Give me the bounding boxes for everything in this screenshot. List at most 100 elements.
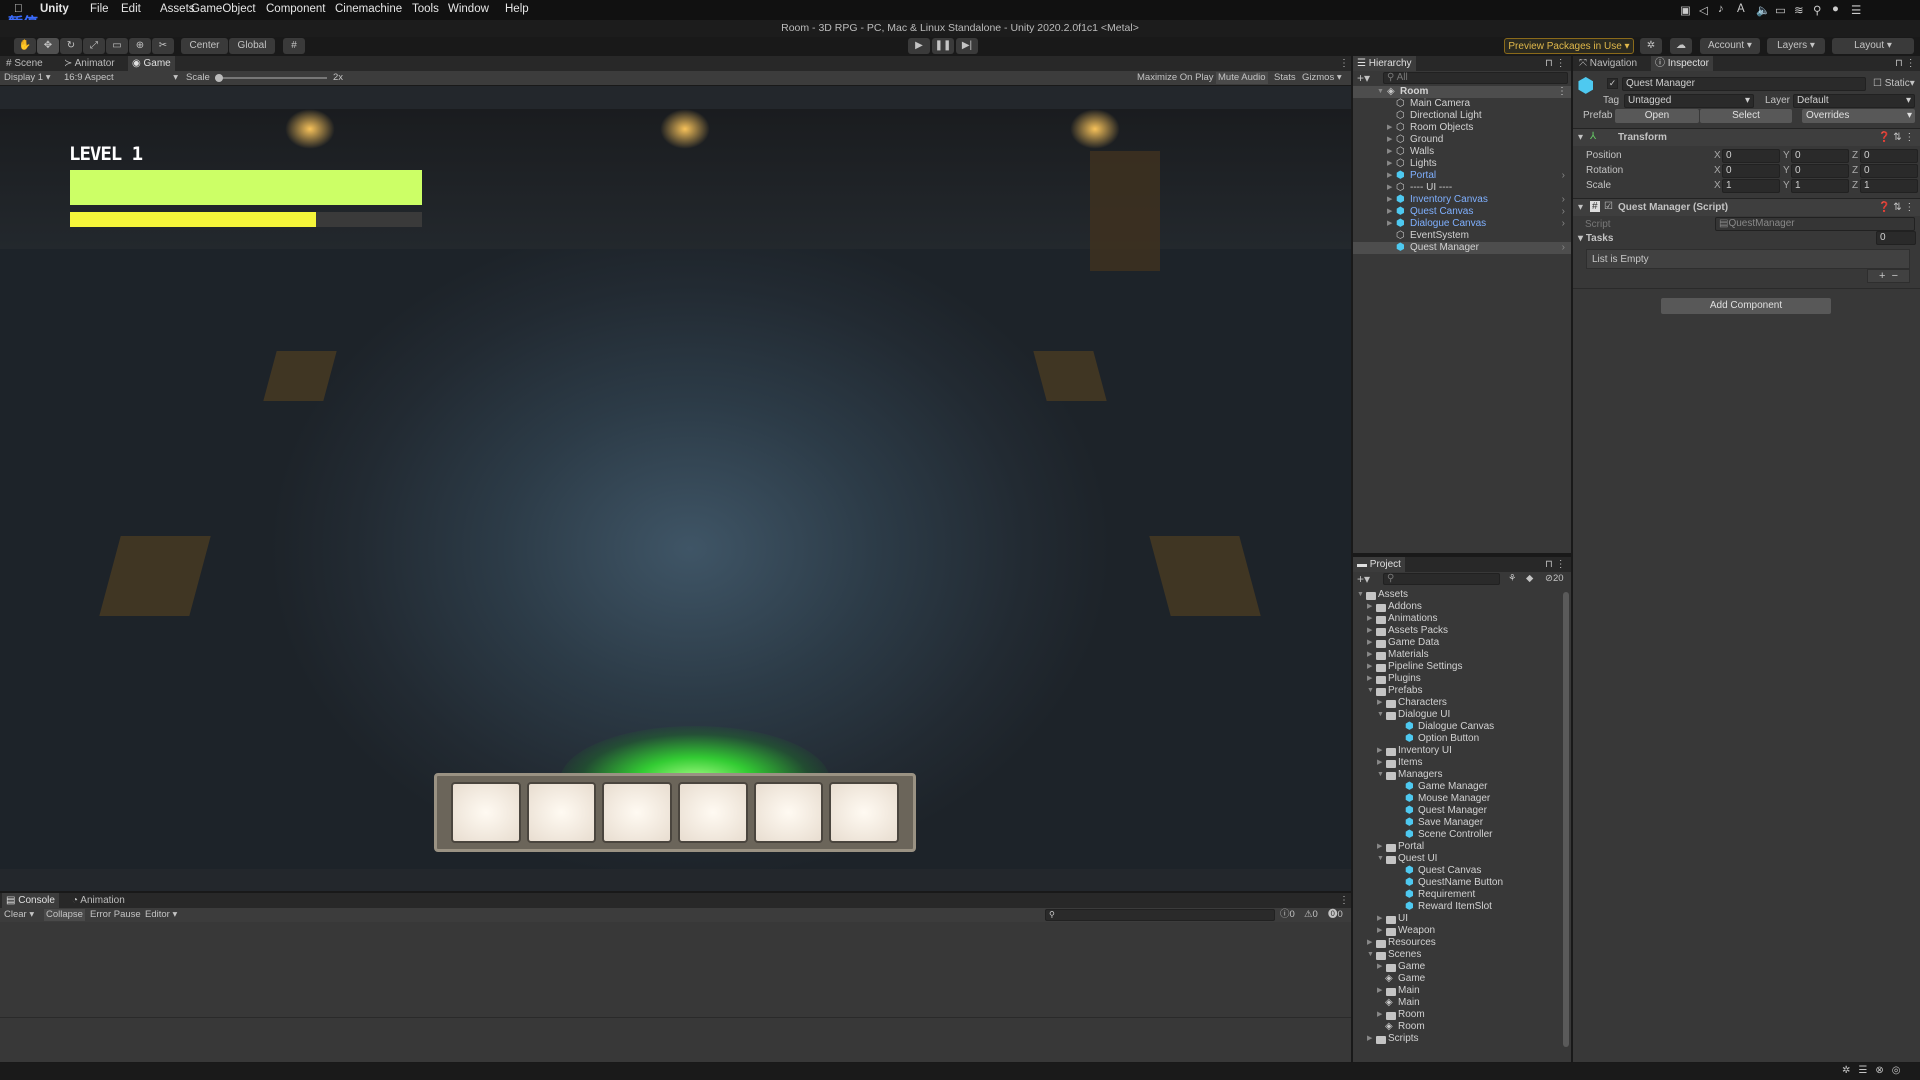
transform-scale-y-field[interactable]: 1 <box>1791 179 1849 193</box>
console-search-input[interactable]: ⚲ <box>1045 909 1275 921</box>
transform-scale-z-field[interactable]: 1 <box>1860 179 1918 193</box>
hierarchy-search-input[interactable]: ⚲ All <box>1383 72 1568 84</box>
project-item[interactable]: ⬢ Scene Controller <box>1353 829 1563 841</box>
wifi-icon[interactable]: ≋ <box>1794 3 1804 17</box>
project-item[interactable]: ⬢ Reward ItemSlot <box>1353 901 1563 913</box>
inventory-slot[interactable] <box>526 782 597 843</box>
pivot-center-toggle[interactable]: Center <box>181 38 228 54</box>
more-options-icon[interactable]: ⋮ <box>1557 86 1567 98</box>
project-item[interactable]: ⬢ QuestName Button <box>1353 877 1563 889</box>
project-item[interactable]: ▶ UI <box>1353 913 1563 925</box>
project-item[interactable]: ▶ Game <box>1353 961 1563 973</box>
project-item[interactable]: ▼ Prefabs <box>1353 685 1563 697</box>
hierarchy-item[interactable]: ▶ ⬢ Inventory Canvas › <box>1353 194 1571 206</box>
project-item[interactable]: ▶ Scripts <box>1353 1033 1563 1045</box>
hierarchy-item[interactable]: ▶ ⬡ Room Objects <box>1353 122 1571 134</box>
siri-icon[interactable]: ● <box>1832 3 1839 15</box>
project-item[interactable]: ⬢ Option Button <box>1353 733 1563 745</box>
rotate-tool-icon[interactable]: ↻ <box>60 38 82 54</box>
hierarchy-item[interactable]: ▶ ⬡ Lights <box>1353 158 1571 170</box>
project-item[interactable]: ⬢ Quest Canvas <box>1353 865 1563 877</box>
project-item[interactable]: ▶ Items <box>1353 757 1563 769</box>
expand-arrow-icon[interactable]: ▼ <box>1367 949 1374 961</box>
component-help-menu-icons[interactable]: ❓ ⇅ ⋮ <box>1878 132 1914 143</box>
project-item[interactable]: ▼ Quest UI <box>1353 853 1563 865</box>
layers-dropdown[interactable]: Layers ▾ <box>1767 38 1825 54</box>
open-prefab-chevron-icon[interactable]: › <box>1562 218 1565 230</box>
active-checkbox[interactable]: ✓ <box>1607 78 1618 89</box>
transform-position-z-field[interactable]: 0 <box>1860 149 1918 163</box>
scale-tool-icon[interactable]: ⤢ <box>83 38 105 54</box>
project-item[interactable]: ▶ Assets Packs <box>1353 625 1563 637</box>
open-prefab-chevron-icon[interactable]: › <box>1562 242 1565 254</box>
step-button[interactable]: ▶| <box>956 38 978 54</box>
quest-manager-script-header[interactable]: ▾ # ☑ Quest Manager (Script) ❓ ⇅ ⋮ <box>1573 198 1920 216</box>
hierarchy-item[interactable]: ▶ ⬢ Portal › <box>1353 170 1571 182</box>
transform-tool-icon[interactable]: ⊕ <box>129 38 151 54</box>
expand-arrow-icon[interactable]: ▶ <box>1367 613 1372 625</box>
hierarchy-item[interactable]: ▶ ⬡ ---- UI ---- <box>1353 182 1571 194</box>
menu-help[interactable]: Help <box>505 3 529 15</box>
project-item[interactable]: ▶ Addons <box>1353 601 1563 613</box>
expand-arrow-icon[interactable]: ▶ <box>1387 194 1392 206</box>
game-view[interactable]: LEVEL 1 <box>0 86 1351 891</box>
grid-snap-icon[interactable]: # <box>283 38 305 54</box>
inventory-slot[interactable] <box>753 782 824 843</box>
project-item[interactable]: ▼ Scenes <box>1353 949 1563 961</box>
expand-arrow-icon[interactable]: ▶ <box>1377 697 1382 709</box>
project-item[interactable]: ⬢ Game Manager <box>1353 781 1563 793</box>
project-item[interactable]: ⬢ Requirement <box>1353 889 1563 901</box>
project-item[interactable]: ⬢ Save Manager <box>1353 817 1563 829</box>
collab-icon[interactable]: ✲ <box>1640 38 1662 54</box>
expand-arrow-icon[interactable]: ▶ <box>1387 122 1392 134</box>
project-item[interactable]: ⬢ Dialogue Canvas <box>1353 721 1563 733</box>
tab-console[interactable]: ▤ Console <box>2 893 59 908</box>
play-button[interactable]: ▶ <box>908 38 930 54</box>
expand-arrow-icon[interactable]: ▼ <box>1377 769 1384 781</box>
hierarchy-item[interactable]: ⬡ Directional Light <box>1353 110 1571 122</box>
more-options-icon[interactable]: ⋮ <box>1335 893 1353 908</box>
component-help-menu-icons[interactable]: ❓ ⇅ ⋮ <box>1878 202 1914 213</box>
warning-count-toggle[interactable]: ⚠0 <box>1302 909 1320 921</box>
create-button[interactable]: +▾ <box>1355 72 1372 84</box>
expand-arrow-icon[interactable]: ▼ <box>1377 86 1384 98</box>
transform-header[interactable]: ▾ ⅄ Transform ❓ ⇅ ⋮ <box>1573 128 1920 146</box>
expand-arrow-icon[interactable]: ▶ <box>1367 625 1372 637</box>
project-item[interactable]: ▼ Assets <box>1353 589 1563 601</box>
more-options-icon[interactable]: ⋮ <box>1335 56 1353 71</box>
project-item[interactable]: ▼ Dialogue UI <box>1353 709 1563 721</box>
project-item[interactable]: ▶ Resources <box>1353 937 1563 949</box>
display-dropdown[interactable]: Display 1 ▾ <box>2 72 53 84</box>
project-item[interactable]: ⬢ Mouse Manager <box>1353 793 1563 805</box>
expand-arrow-icon[interactable]: ▶ <box>1387 182 1392 194</box>
menu-window[interactable]: Window <box>448 3 489 15</box>
expand-arrow-icon[interactable]: ▶ <box>1387 170 1392 182</box>
inventory-slot[interactable] <box>602 782 673 843</box>
open-prefab-chevron-icon[interactable]: › <box>1562 194 1565 206</box>
input-source-icon[interactable]: A <box>1737 3 1745 15</box>
expand-arrow-icon[interactable]: ▶ <box>1377 985 1382 997</box>
log-count-toggle[interactable]: ⓘ0 <box>1278 909 1297 921</box>
scale-slider[interactable] <box>215 74 327 82</box>
menu-gameobject[interactable]: GameObject <box>191 3 256 15</box>
pause-button[interactable]: ❚❚ <box>932 38 954 54</box>
search-by-label-icon[interactable]: ◆ <box>1524 573 1535 585</box>
transform-position-x-field[interactable]: 0 <box>1722 149 1780 163</box>
script-enabled-checkbox[interactable]: ☑ <box>1604 201 1613 212</box>
lock-icon[interactable]: ⊓ ⋮ <box>1891 56 1920 71</box>
open-prefab-chevron-icon[interactable]: › <box>1562 170 1565 182</box>
hierarchy-item[interactable]: ⬡ Main Camera <box>1353 98 1571 110</box>
project-item[interactable]: ⬢ Quest Manager <box>1353 805 1563 817</box>
tab-game[interactable]: ◉ Game <box>128 56 175 71</box>
hierarchy-item[interactable]: ▶ ⬡ Ground <box>1353 134 1571 146</box>
menu-file[interactable]: File <box>90 3 109 15</box>
maximize-on-play-toggle[interactable]: Maximize On Play <box>1135 72 1216 84</box>
menu-tools[interactable]: Tools <box>412 3 439 15</box>
expand-arrow-icon[interactable]: ▶ <box>1387 218 1392 230</box>
tab-animation[interactable]: ◔ Animation <box>68 893 129 908</box>
transform-rotation-z-field[interactable]: 0 <box>1860 164 1918 178</box>
expand-arrow-icon[interactable]: ▶ <box>1377 1009 1382 1021</box>
project-item[interactable]: ▶ Room <box>1353 1009 1563 1021</box>
hierarchy-item[interactable]: ▶ ⬡ Walls <box>1353 146 1571 158</box>
foldout-arrow-icon[interactable]: ▾ <box>1578 202 1583 213</box>
